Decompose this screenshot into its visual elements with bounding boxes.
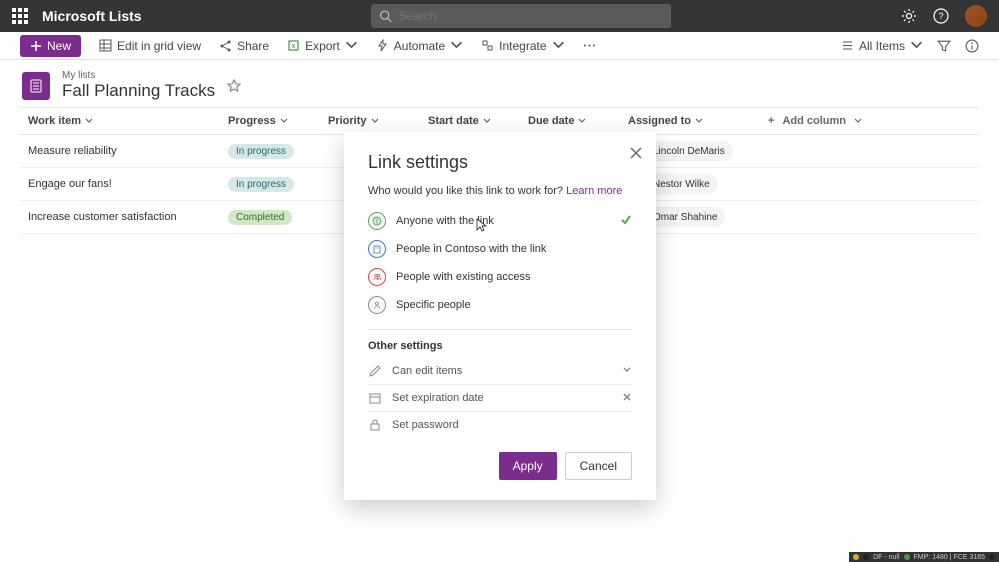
col-start-date[interactable]: Start date [420,115,520,127]
table-header: Work item Progress Priority Start date D… [20,107,979,135]
calendar-icon [368,391,382,405]
new-button[interactable]: New [20,35,81,57]
check-icon [620,214,632,229]
col-work-item[interactable]: Work item [20,115,220,127]
clear-icon[interactable] [622,392,632,405]
option-specific-people[interactable]: Specific people [368,291,632,319]
edit-grid-button[interactable]: Edit in grid view [99,39,201,53]
app-title: Microsoft Lists [42,8,142,24]
automate-icon [376,39,389,52]
user-avatar[interactable] [965,5,987,27]
page-title: Fall Planning Tracks [62,81,215,101]
dialog-subtitle: Who would you like this link to work for… [368,185,632,197]
apply-button[interactable]: Apply [499,452,557,480]
col-due-date[interactable]: Due date [520,115,620,127]
can-edit-dropdown[interactable]: Can edit items [368,358,632,385]
chevron-down-icon [552,39,565,52]
close-button[interactable] [630,146,642,164]
col-progress[interactable]: Progress [220,115,320,127]
building-icon [368,240,386,258]
person-icon [368,296,386,314]
help-icon[interactable]: ? [933,8,949,24]
app-launcher-icon[interactable] [12,8,28,24]
col-assigned-to[interactable]: Assigned to [620,115,760,127]
new-label: New [47,39,71,53]
col-priority[interactable]: Priority [320,115,420,127]
search-box[interactable] [371,4,671,28]
svg-text:x: x [292,43,296,50]
all-items-view[interactable]: All Items [841,39,923,53]
option-existing-access[interactable]: People with existing access [368,263,632,291]
svg-text:?: ? [938,11,943,21]
export-icon: x [287,39,300,52]
more-button[interactable] [583,39,596,52]
people-icon [368,268,386,286]
share-icon [219,39,232,52]
chevron-down-icon [345,39,358,52]
chevron-down-icon [910,39,923,52]
integrate-button[interactable]: Integrate [481,39,564,53]
add-column-button[interactable]: +Add column [760,115,979,127]
expiration-field[interactable]: Set expiration date [368,385,632,412]
favorite-icon[interactable] [227,79,241,93]
search-icon [379,9,392,23]
cancel-button[interactable]: Cancel [565,452,632,480]
filter-icon[interactable] [937,39,951,53]
link-settings-dialog: Link settings Who would you like this li… [344,132,656,500]
top-bar: Microsoft Lists ? [0,0,999,32]
option-organization[interactable]: People in Contoso with the link [368,235,632,263]
status-badge: Completed [228,210,292,225]
breadcrumb[interactable]: My lists [62,70,215,81]
status-badge: In progress [228,144,294,159]
automate-button[interactable]: Automate [376,39,463,53]
search-input[interactable] [398,9,663,23]
globe-icon [368,212,386,230]
option-anyone[interactable]: Anyone with the link [368,207,632,235]
list-icon [22,72,50,100]
export-button[interactable]: x Export [287,39,358,53]
page-header: My lists Fall Planning Tracks [0,60,999,107]
dialog-title: Link settings [368,152,632,173]
share-button[interactable]: Share [219,39,269,53]
learn-more-link[interactable]: Learn more [566,185,622,197]
pencil-icon [368,364,382,378]
info-icon[interactable] [965,39,979,53]
lock-icon [368,418,382,432]
status-strip: DF - null FMP: 1480 | FCE 3165 [849,552,999,562]
integrate-icon [481,39,494,52]
chevron-down-icon [450,39,463,52]
list-icon [841,39,854,52]
password-field[interactable]: Set password [368,412,632,438]
chevron-down-icon [622,365,632,378]
status-badge: In progress [228,177,294,192]
command-bar: New Edit in grid view Share x Export Aut… [0,32,999,60]
grid-icon [99,39,112,52]
more-icon [583,39,596,52]
other-settings-heading: Other settings [368,340,632,352]
plus-icon [30,40,42,52]
settings-icon[interactable] [901,8,917,24]
cursor-icon [476,218,490,237]
